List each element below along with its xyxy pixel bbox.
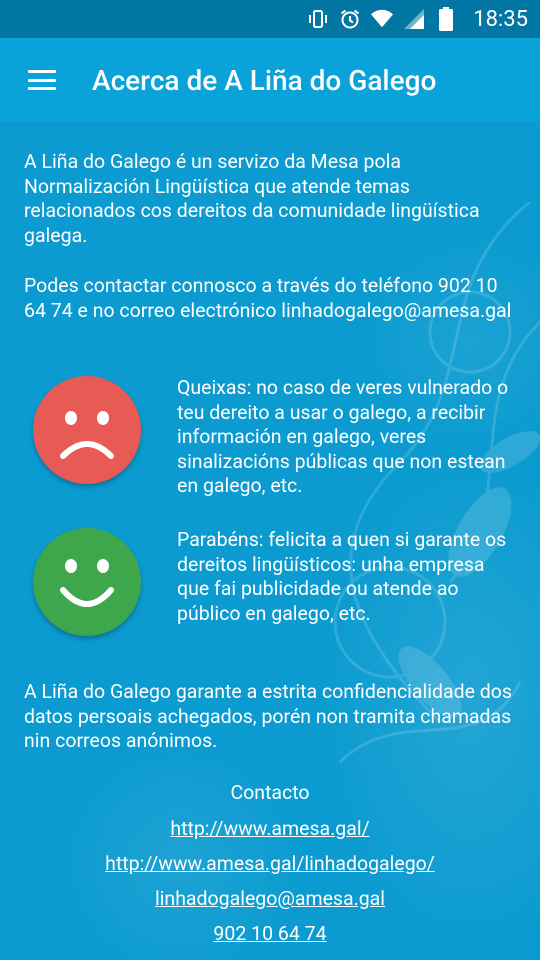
vibrate-icon: [307, 8, 329, 30]
email-link[interactable]: linhadogalego@amesa.gal: [0, 887, 540, 910]
contact-heading: Contacto: [230, 781, 310, 804]
menu-icon: [28, 70, 56, 90]
intro-text: A Liña do Galego é un servizo da Mesa po…: [24, 150, 480, 247]
complaints-text: Queixas: no caso de veres vulnerado o te…: [177, 376, 509, 497]
phone-link[interactable]: 902 10 64 74: [0, 922, 540, 945]
congrats-text: Parabéns: felicita a quen si garante os …: [177, 528, 507, 625]
happy-face-icon: [33, 528, 141, 636]
battery-icon: [435, 7, 457, 31]
website-link[interactable]: http://www.amesa.gal/: [0, 817, 540, 840]
linhadogalego-link[interactable]: http://www.amesa.gal/linhadogalego/: [0, 852, 540, 875]
status-time: 18:35: [473, 6, 528, 32]
content-area[interactable]: A Liña do Galego é un servizo da Mesa po…: [0, 122, 540, 960]
sad-face-icon: [33, 376, 141, 484]
page-title: Acerca de A Liña do Galego: [92, 63, 437, 97]
status-bar: 18:35: [0, 0, 540, 38]
alarm-icon: [339, 8, 361, 30]
wifi-icon: [371, 8, 394, 30]
contact-info-text: Podes contactar connosco a través do tel…: [24, 274, 512, 322]
app-bar: Acerca de A Liña do Galego: [0, 38, 540, 122]
signal-icon: [403, 8, 425, 30]
privacy-text: A Liña do Galego garante a estrita confi…: [24, 680, 512, 752]
menu-button[interactable]: [6, 38, 78, 122]
